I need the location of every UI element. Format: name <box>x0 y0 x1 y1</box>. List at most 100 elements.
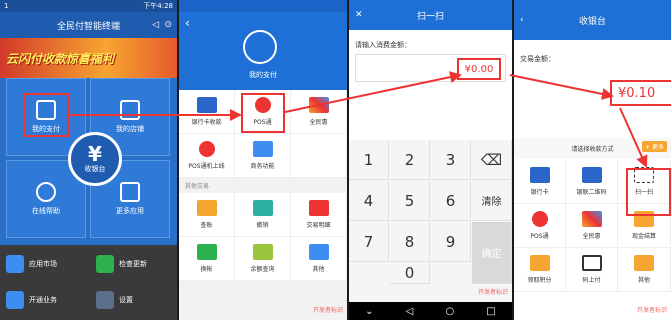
settings[interactable]: 设置 <box>90 285 174 315</box>
recent-icon[interactable]: □ <box>486 306 495 317</box>
key-7[interactable]: 7 <box>349 222 389 262</box>
key-9[interactable]: 9 <box>431 222 471 262</box>
share-icon[interactable]: ◁ <box>152 20 159 30</box>
key-3[interactable]: 3 <box>431 140 471 180</box>
claim-points[interactable]: 领取积分 <box>514 248 566 292</box>
cell-label: 交易明细 <box>306 222 331 229</box>
unionpay-icon <box>529 167 550 183</box>
cell-label: 其他 <box>637 277 650 284</box>
business-function[interactable]: 商务功能 <box>235 134 291 178</box>
cell-label: 余额查询 <box>250 266 275 273</box>
key-5[interactable]: 5 <box>390 181 430 221</box>
tile-label: 更多应用 <box>116 207 144 215</box>
cashier-button[interactable]: ¥ 收银台 <box>68 132 122 186</box>
other-row: 换帐 余额查询 其他 <box>179 237 347 281</box>
back-icon[interactable]: ‹ <box>185 16 190 30</box>
card-payment[interactable]: 银行卡收款 <box>179 90 235 134</box>
open-business[interactable]: 开通业务 <box>0 285 84 315</box>
key-4[interactable]: 4 <box>349 181 389 221</box>
app-label: 开通业务 <box>29 296 57 304</box>
clear-key[interactable]: 清除 <box>472 181 512 221</box>
app-title: 全民付智能终端 <box>56 21 120 32</box>
grid-icon <box>252 141 273 157</box>
transaction-detail[interactable]: 交易明细 <box>291 193 347 237</box>
pay-method-label: 请选择收款方式 <box>571 146 614 153</box>
support-icon <box>36 182 56 202</box>
header-label: 我的支付 <box>249 71 277 79</box>
key-0[interactable]: 0 <box>390 263 430 284</box>
promo-banner[interactable]: 云闪付收款惊喜福利 <box>0 38 177 78</box>
amount-input[interactable]: ¥0.00 <box>355 54 506 82</box>
down-icon[interactable]: ⌄ <box>365 306 373 317</box>
gear-icon <box>96 291 114 309</box>
app-title-bar: 全民付智能终端 ◁ ⊙ <box>0 12 177 38</box>
cell-label: 换帐 <box>200 266 213 273</box>
pos-tong[interactable]: POS通 <box>514 204 566 248</box>
cell-label: 码上付 <box>582 277 601 284</box>
quanminhui[interactable]: 全民惠 <box>291 90 347 134</box>
confirm-key[interactable]: 确定 <box>472 222 512 284</box>
backspace-key[interactable]: ⌫ <box>472 140 512 180</box>
code-pay[interactable]: 码上付 <box>566 248 618 292</box>
unionpay-qr[interactable]: 银联二维码 <box>566 160 618 204</box>
key-2[interactable]: 2 <box>390 140 430 180</box>
pos-online[interactable]: POS通机上线 <box>179 134 235 178</box>
payment-row: POS通机上线 商务功能 <box>179 134 347 178</box>
apps-icon <box>120 182 140 202</box>
bank-card[interactable]: 银行卡 <box>514 160 566 204</box>
apps-icon <box>308 244 329 260</box>
search-icon <box>252 244 273 260</box>
other[interactable]: 其他 <box>291 237 347 281</box>
key-6[interactable]: 6 <box>431 181 471 221</box>
payment-header: ‹ 我的支付 <box>179 12 347 90</box>
wallet-icon <box>243 30 277 64</box>
status-left: 1 <box>4 2 9 10</box>
cell-label: 领取积分 <box>527 277 552 284</box>
highlight-box <box>626 168 671 216</box>
app-market[interactable]: 应用市场 <box>0 249 84 279</box>
quanminhui[interactable]: 全民惠 <box>566 204 618 248</box>
yen-icon: ¥ <box>88 142 102 166</box>
amount-label: 交易金额： <box>520 55 555 63</box>
status-bar <box>179 0 347 12</box>
revoke[interactable]: 撤销 <box>235 193 291 237</box>
settings-icon[interactable]: ⊙ <box>164 20 172 30</box>
other-pay[interactable]: 其他 <box>618 248 671 292</box>
points-icon <box>529 255 550 271</box>
amount-value: ¥0.10 <box>610 80 671 106</box>
pinwheel-icon <box>581 211 602 227</box>
cell-label: 银行卡收款 <box>191 119 222 126</box>
unionpay-icon <box>196 97 217 113</box>
query[interactable]: 查账 <box>179 193 235 237</box>
other-row: 查账 撤销 交易明细 <box>179 193 347 237</box>
balance-query[interactable]: 余额查询 <box>235 237 291 281</box>
section-title: 其他交易 <box>185 183 210 190</box>
swap[interactable]: 换帐 <box>179 237 235 281</box>
amount-label: 请输入消费金额： <box>355 41 411 49</box>
key-1[interactable]: 1 <box>349 140 389 180</box>
cell-label: POS通机上线 <box>188 163 225 170</box>
qr-icon <box>581 255 602 271</box>
market-icon <box>6 255 24 273</box>
cashier-label: 收银台 <box>84 165 106 173</box>
check-update[interactable]: 检查更新 <box>90 249 174 279</box>
business-icon <box>6 291 24 309</box>
pos-icon <box>198 141 215 157</box>
home-screen: 1 下午4:28 全民付智能终端 ◁ ⊙ 云闪付收款惊喜福利 我的支付 我的店铺… <box>0 0 177 320</box>
watermark: 开发者标识 <box>477 289 508 296</box>
back-icon[interactable]: ◁ <box>406 306 414 317</box>
scan-title-bar: ✕ 扫一扫 <box>349 0 512 30</box>
key-8[interactable]: 8 <box>390 222 430 262</box>
amount-value: ¥0.00 <box>457 58 501 80</box>
numeric-keypad: 1 2 3 ⌫ 4 5 6 清除 7 8 9 确定 0 <box>349 140 512 302</box>
more-badge[interactable]: + 更多 <box>642 141 667 152</box>
my-payment-screen: ‹ 我的支付 银行卡收款 POS通 全民惠 POS通机上线 商务功能 其他交易 … <box>179 0 347 320</box>
home-icon[interactable]: ○ <box>446 306 455 317</box>
nav-bar: ⌄ ◁ ○ □ <box>349 302 512 320</box>
bottom-apps: 应用市场 检查更新 开通业务 设置 <box>0 245 177 320</box>
tile-label: 在线帮助 <box>32 207 60 215</box>
highlight-box <box>23 93 69 137</box>
cell-label: 撤销 <box>256 222 269 229</box>
watermark: 开发者标识 <box>636 307 667 314</box>
cell-label: 查账 <box>200 222 213 229</box>
